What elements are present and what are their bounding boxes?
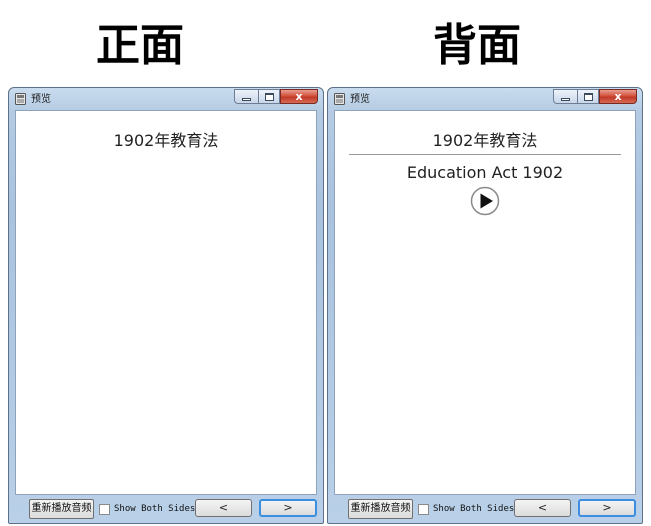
- previous-button[interactable]: <: [514, 499, 571, 517]
- show-both-sides-label: Show Both Sides: [433, 504, 515, 514]
- title-bar[interactable]: 预览 x: [328, 88, 642, 110]
- preview-window-back: 预览 x 1902年教育法 Education Act 1902 重新播放音频 …: [327, 87, 643, 524]
- previous-button[interactable]: <: [195, 499, 252, 517]
- maximize-icon: [265, 93, 274, 101]
- window-title: 预览: [31, 94, 51, 105]
- back-heading: 背面: [433, 20, 521, 71]
- maximize-button[interactable]: [258, 89, 280, 104]
- caption-buttons: x: [553, 89, 637, 105]
- bottom-toolbar: 重新播放音频 Show Both Sides < >: [334, 498, 636, 520]
- minimize-icon: [561, 98, 570, 101]
- chevron-right-icon: >: [602, 501, 612, 514]
- show-both-sides-toggle[interactable]: Show Both Sides: [99, 502, 195, 516]
- show-both-sides-checkbox[interactable]: [418, 503, 429, 515]
- title-bar[interactable]: 预览 x: [9, 88, 323, 110]
- show-both-sides-toggle[interactable]: Show Both Sides: [418, 502, 514, 516]
- card-back-text: Education Act 1902: [406, 163, 564, 182]
- replay-audio-button[interactable]: 重新播放音频: [29, 499, 94, 519]
- card-front-text: 1902年教育法: [113, 131, 219, 150]
- close-button[interactable]: x: [280, 89, 318, 104]
- card-view: 1902年教育法 Education Act 1902: [334, 110, 636, 495]
- window-title: 预览: [350, 94, 370, 105]
- show-both-sides-checkbox[interactable]: [99, 503, 110, 515]
- preview-window-front: 预览 x 1902年教育法 重新播放音频 Show Both Sides < >: [8, 87, 324, 524]
- play-audio-icon[interactable]: [470, 186, 500, 216]
- chevron-right-icon: >: [283, 501, 293, 514]
- next-button[interactable]: >: [578, 499, 636, 517]
- front-heading: 正面: [96, 20, 184, 71]
- card-front-text: 1902年教育法: [432, 131, 538, 150]
- show-both-sides-label: Show Both Sides: [114, 504, 196, 514]
- app-icon: [334, 93, 345, 105]
- maximize-icon: [584, 93, 593, 101]
- chevron-left-icon: <: [218, 501, 229, 514]
- answer-divider: [349, 154, 621, 155]
- replay-audio-button[interactable]: 重新播放音频: [348, 499, 413, 519]
- minimize-button[interactable]: [553, 89, 577, 104]
- bottom-toolbar: 重新播放音频 Show Both Sides < >: [15, 498, 317, 520]
- maximize-button[interactable]: [577, 89, 599, 104]
- close-icon: x: [295, 90, 303, 103]
- card-view: 1902年教育法: [15, 110, 317, 495]
- minimize-icon: [242, 98, 251, 101]
- close-button[interactable]: x: [599, 89, 637, 104]
- next-button[interactable]: >: [259, 499, 317, 517]
- app-icon: [15, 93, 26, 105]
- minimize-button[interactable]: [234, 89, 258, 104]
- caption-buttons: x: [234, 89, 318, 105]
- chevron-left-icon: <: [537, 501, 548, 514]
- close-icon: x: [614, 90, 622, 103]
